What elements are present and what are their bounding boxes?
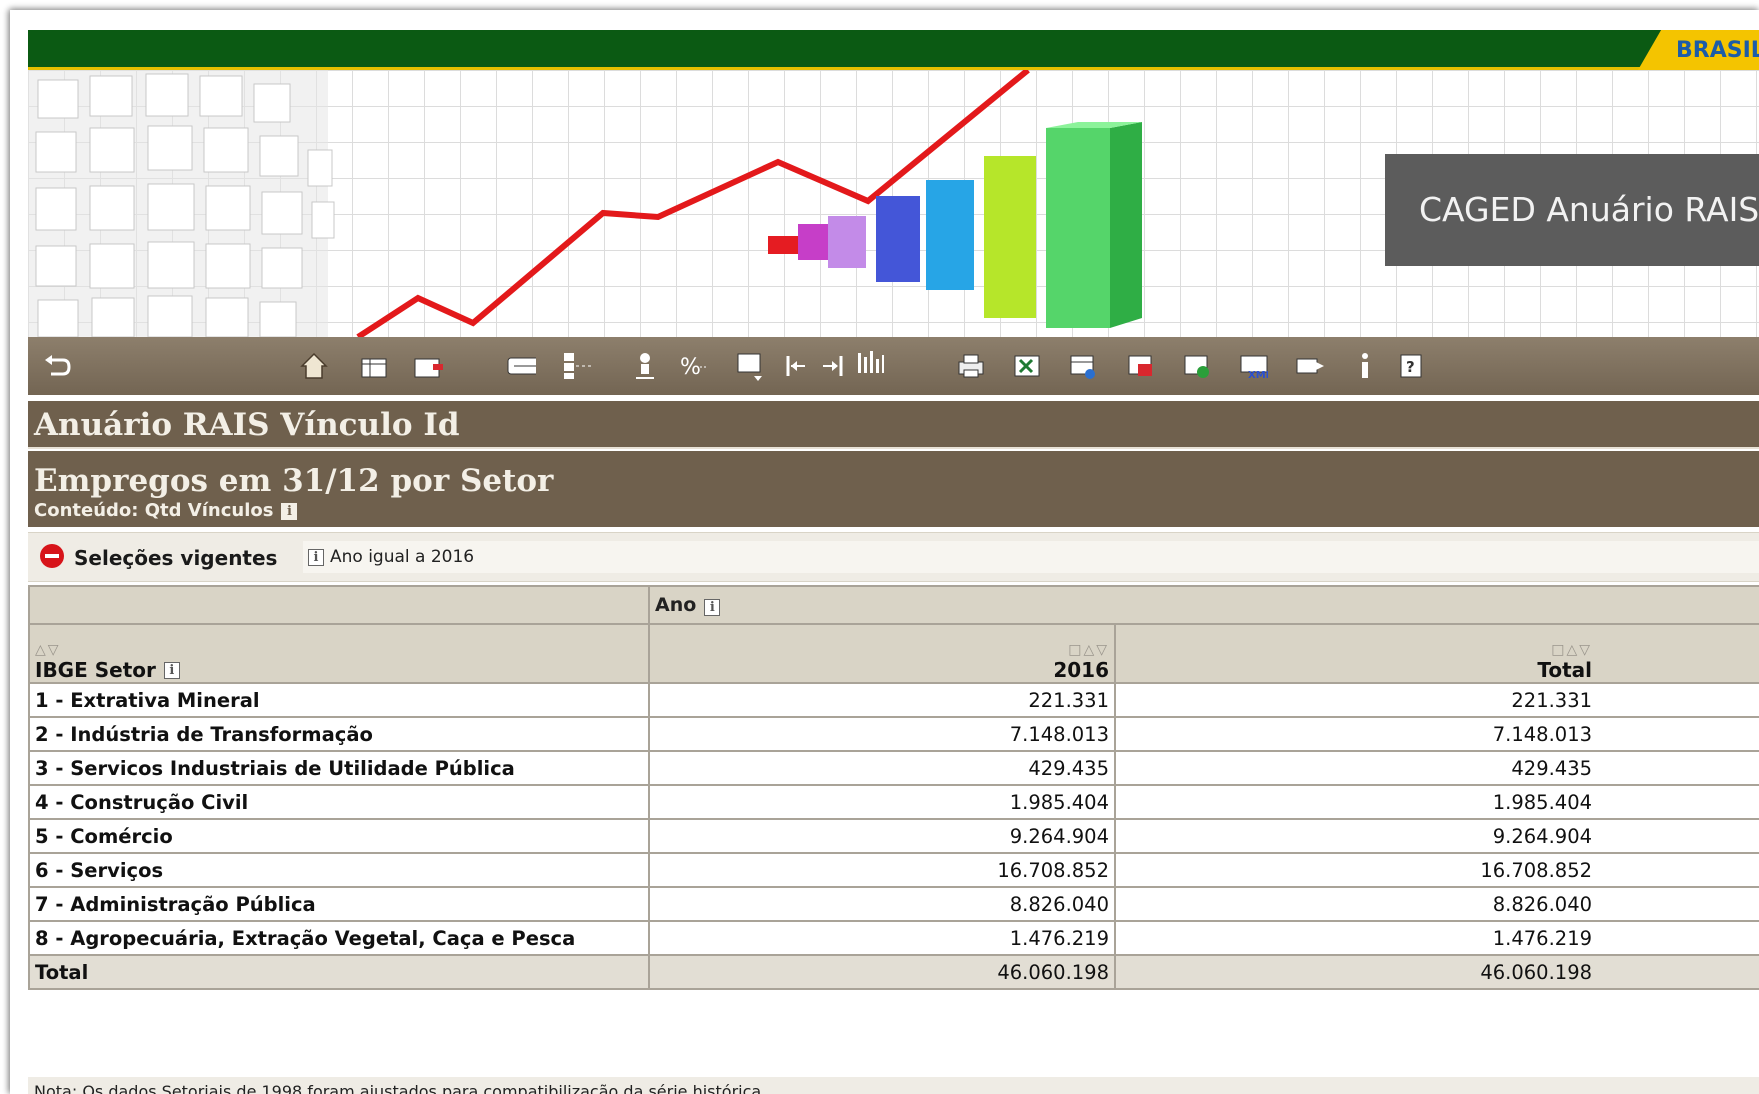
info-icon[interactable] [1350,351,1380,381]
cell-total: 221.331 [1113,682,1759,718]
banner-title: CAGED Anuário RAIS [1385,154,1759,266]
table-row: 8 - Agropecuária, Extração Vegetal, Caça… [28,920,1759,956]
total-total: 46.060.198 [1113,954,1759,990]
page-title: Anuário RAIS Vínculo Id [28,401,1759,449]
table-export-icon[interactable] [1068,351,1098,381]
row-label[interactable]: 6 - Serviços [28,852,650,888]
column-header-total: □△▽ Total [1113,623,1759,684]
cell-2016: 1.476.219 [648,920,1116,956]
save-icon[interactable] [1294,351,1324,381]
first-col-icon[interactable] [782,351,812,381]
clear-selections-icon[interactable] [40,544,64,568]
selections-label: Seleções vigentes [74,546,278,570]
row-label[interactable]: 2 - Indústria de Transformação [28,716,650,752]
tree-expand-icon[interactable] [562,351,592,381]
table-column-header-row: △▽ IBGE Setor i □△▽ 2016 □△▽ Total [28,623,1759,684]
cell-total: 429.435 [1113,750,1759,786]
cell-total: 8.826.040 [1113,886,1759,922]
row-header-label: IBGE Setor [35,658,156,682]
svg-text:?: ? [1406,358,1415,376]
toolbar: % XML [28,337,1759,397]
content-label: Conteúdo: Qtd Vínculos [34,500,274,521]
row-label[interactable]: 3 - Servicos Industriais de Utilidade Pú… [28,750,650,786]
last-col-icon[interactable] [818,351,848,381]
cell-2016: 429.435 [648,750,1116,786]
svg-text:XML: XML [1248,370,1268,380]
sort-row-icon[interactable]: △▽ [35,642,643,658]
row-label[interactable]: 5 - Comércio [28,818,650,854]
filter-info-icon[interactable]: i [308,548,324,566]
table-row: 4 - Construção Civil 1.985.404 1.985.404 [28,784,1759,820]
sort-col-total-icon[interactable]: □△▽ [1121,642,1592,658]
home-icon[interactable] [298,351,328,381]
column-label-2016: 2016 [1053,658,1109,682]
content-line: Conteúdo: Qtd Vínculos i [34,499,1759,523]
table-row: 6 - Serviços 16.708.852 16.708.852 [28,852,1759,888]
column-label-total: Total [1537,658,1593,682]
new-window-icon[interactable] [360,351,390,381]
web-export-icon[interactable] [1182,351,1212,381]
cell-2016: 8.826.040 [648,886,1116,922]
cell-total: 16.708.852 [1113,852,1759,888]
bar-graphic [768,122,1142,328]
table-group-header-row: Ano i [28,585,1759,625]
cell-2016: 221.331 [648,682,1116,718]
content-info-icon[interactable]: i [281,502,298,520]
print-icon[interactable] [956,351,986,381]
cell-total: 7.148.013 [1113,716,1759,752]
cell-2016: 16.708.852 [648,852,1116,888]
globe-tiles [28,70,335,337]
cell-2016: 9.264.904 [648,818,1116,854]
pdf-icon[interactable] [1126,351,1156,381]
gov-bar: BRASIL [28,30,1759,70]
email-icon[interactable] [506,351,536,381]
report-title-block: Empregos em 31/12 por Setor Conteúdo: Qt… [28,451,1759,527]
cell-total: 9.264.904 [1113,818,1759,854]
report-subtitle: Empregos em 31/12 por Setor [34,463,554,499]
xml-icon[interactable]: XML [1238,351,1268,381]
cell-2016: 1.985.404 [648,784,1116,820]
cell-2016: 7.148.013 [648,716,1116,752]
selections-bar: Seleções vigentes i Ano igual a 2016 [28,532,1759,582]
row-label[interactable]: 7 - Administração Pública [28,886,650,922]
calc-dropdown-icon[interactable] [734,351,764,381]
cell-total: 1.985.404 [1113,784,1759,820]
remove-icon[interactable] [413,351,443,381]
row-header-cell: △▽ IBGE Setor i [28,623,650,684]
selection-filter-text: Ano igual a 2016 [330,547,475,567]
row-label[interactable]: 1 - Extrativa Mineral [28,682,650,718]
table-row: 7 - Administração Pública 8.826.040 8.826.… [28,886,1759,922]
column-header-2016: □△▽ 2016 [648,623,1116,684]
table-total-row: Total 46.060.198 46.060.198 [28,954,1759,990]
table-row: 3 - Servicos Industriais de Utilidade Pú… [28,750,1759,786]
sort-col-2016-icon[interactable]: □△▽ [655,642,1109,658]
help-icon[interactable]: ? [1396,351,1426,381]
percent-icon[interactable]: % [678,351,708,381]
svg-text:%: % [680,355,701,380]
table-row: 1 - Extrativa Mineral 221.331 221.331 [28,682,1759,718]
undo-icon[interactable] [42,351,72,381]
corner-cell [28,585,650,625]
year-group-label: Ano [655,594,697,616]
table-row: 5 - Comércio 9.264.904 9.264.904 [28,818,1759,854]
data-table: Ano i △▽ IBGE Setor i □△▽ 2016 □△▽ Total 1… [28,585,1759,990]
gov-brand-link[interactable]: BRASIL [1676,38,1759,63]
table-row: 2 - Indústria de Transformação 7.148.013 7… [28,716,1759,752]
year-info-icon[interactable]: i [704,599,721,616]
excel-icon[interactable] [1012,351,1042,381]
selection-filter: i Ano igual a 2016 [303,541,1759,573]
row-label[interactable]: 4 - Construção Civil [28,784,650,820]
banner: CAGED Anuário RAIS [28,70,1759,337]
page-content: BRASIL CAGED Anuário RAIS % XM ? Anuário… [28,30,1759,1094]
chart-icon[interactable] [854,351,884,381]
footnote: Nota: Os dados Setoriais de 1998 foram a… [28,1077,1759,1094]
person-icon[interactable] [630,351,660,381]
row-header-info-icon[interactable]: i [163,661,180,679]
total-2016: 46.060.198 [648,954,1116,990]
year-group-header: Ano i [647,585,1759,625]
app-window: BRASIL CAGED Anuário RAIS % XM ? Anuário… [10,10,1759,1094]
total-label: Total [28,954,650,990]
row-label[interactable]: 8 - Agropecuária, Extração Vegetal, Caça… [28,920,650,956]
cell-total: 1.476.219 [1113,920,1759,956]
